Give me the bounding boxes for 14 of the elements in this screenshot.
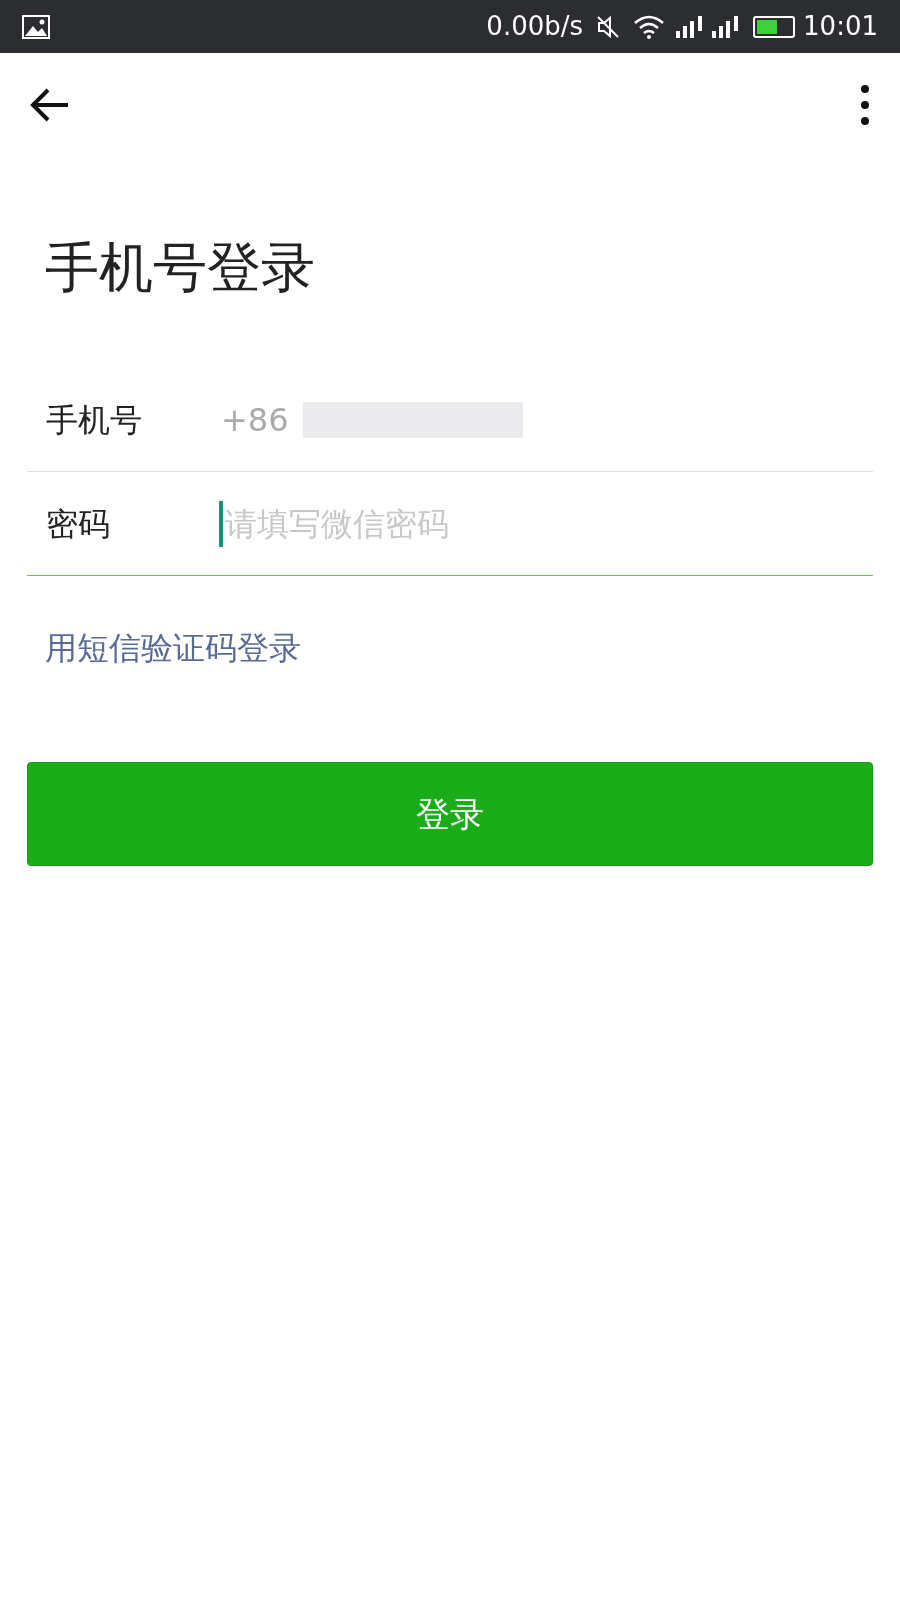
field-label: 密码 bbox=[45, 503, 111, 545]
network-speed: 0.00b/s bbox=[486, 10, 584, 43]
text-cursor bbox=[219, 500, 223, 547]
back-arrow-icon[interactable] bbox=[30, 87, 70, 123]
image-icon bbox=[22, 14, 50, 39]
clock: 10:01 bbox=[803, 10, 878, 43]
page-title: 手机号登录 bbox=[45, 235, 316, 301]
field-label: 手机号 bbox=[45, 399, 143, 441]
login-button[interactable]: 登录 bbox=[27, 762, 873, 866]
more-options-icon[interactable] bbox=[860, 84, 870, 126]
battery-icon bbox=[753, 15, 796, 38]
input-field[interactable]: +86 bbox=[219, 395, 303, 444]
sms-login-link[interactable]: 用短信验证码登录 bbox=[45, 624, 301, 672]
wifi-icon bbox=[633, 14, 666, 39]
